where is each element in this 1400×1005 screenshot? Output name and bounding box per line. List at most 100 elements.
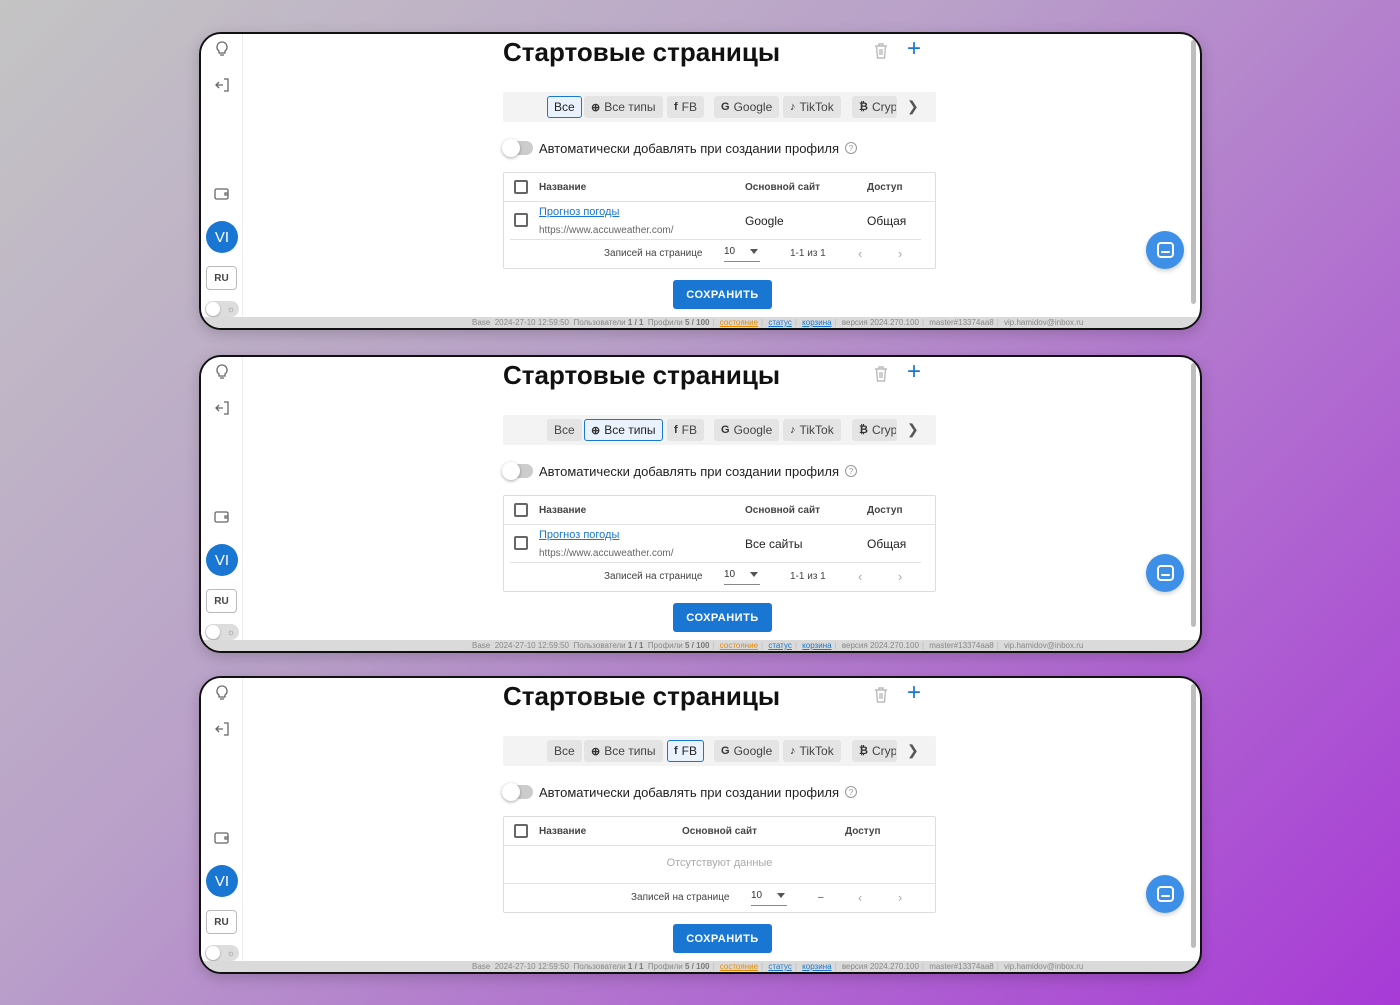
next-page-icon[interactable]: › [898,890,902,905]
language-button[interactable]: RU [206,266,237,290]
column-header-name[interactable]: Название [539,826,586,837]
save-button[interactable]: СОХРАНИТЬ [673,603,772,632]
tab-all-types[interactable]: ⊕ Все типы [584,740,663,762]
status-status-link[interactable]: статус [768,318,792,327]
prev-page-icon[interactable]: ‹ [858,569,862,584]
status-cart-link[interactable]: корзина [802,962,831,971]
scrollbar[interactable] [1191,40,1196,304]
avatar[interactable]: VI [206,221,238,253]
save-button[interactable]: СОХРАНИТЬ [673,924,772,953]
tab-all-types[interactable]: ⊕ Все типы [584,96,663,118]
theme-toggle[interactable]: ☼ [205,945,239,961]
page-name-link[interactable]: Прогноз погоды [539,206,619,218]
chevron-right-icon[interactable]: ❯ [907,742,919,759]
tab-google[interactable]: G Google [714,419,780,441]
language-button[interactable]: RU [206,589,237,613]
help-icon[interactable]: ? [845,465,858,477]
tab-all-types[interactable]: ⊕ Все типы [584,419,663,441]
row-checkbox[interactable] [514,213,528,227]
next-page-icon[interactable]: › [898,246,902,261]
column-header-site[interactable]: Основной сайт [745,505,820,516]
auto-add-switch[interactable] [502,462,533,480]
add-icon[interactable]: + [907,360,921,384]
theme-toggle[interactable]: ☼ [205,301,239,317]
bulb-icon[interactable] [213,684,231,702]
tab-all[interactable]: Все [547,740,582,762]
tab-all[interactable]: Все [547,419,582,441]
status-state-link[interactable]: состояние [720,318,758,327]
wallet-icon[interactable] [213,829,231,847]
scrollbar[interactable] [1191,684,1196,948]
status-state-link[interactable]: состояние [720,962,758,971]
status-cart-link[interactable]: корзина [802,641,831,650]
next-page-icon[interactable]: › [898,569,902,584]
status-state-link[interactable]: состояние [720,641,758,650]
avatar[interactable]: VI [206,865,238,897]
chat-button[interactable] [1146,231,1184,269]
tab-tiktok[interactable]: ♪ TikTok [783,96,841,118]
prev-page-icon[interactable]: ‹ [858,890,862,905]
tab-google[interactable]: G Google [714,96,780,118]
status-users-label: Пользователи [573,641,626,650]
column-header-site[interactable]: Основной сайт [745,182,820,193]
select-all-checkbox[interactable] [514,503,528,517]
bitcoin-icon: ₿ [859,101,868,113]
tab-all[interactable]: Все [547,96,582,118]
tab-crypto[interactable]: ₿ Cryp [852,740,897,762]
wallet-icon[interactable] [213,508,231,526]
status-status-link[interactable]: статус [768,641,792,650]
select-all-checkbox[interactable] [514,824,528,838]
auto-add-switch[interactable] [502,139,533,157]
help-icon[interactable]: ? [845,142,858,154]
avatar[interactable]: VI [206,544,238,576]
tab-fb[interactable]: f FB [667,96,705,118]
tab-fb[interactable]: f FB [667,419,705,441]
status-cart-link[interactable]: корзина [802,318,831,327]
logout-icon[interactable] [213,399,231,417]
tiktok-icon: ♪ [790,424,796,436]
bulb-icon[interactable] [213,363,231,381]
logout-icon[interactable] [213,720,231,738]
tab-tiktok[interactable]: ♪ TikTok [783,419,841,441]
trash-icon[interactable] [873,686,889,704]
add-icon[interactable]: + [907,681,921,705]
page-name-link[interactable]: Прогноз погоды [539,529,619,541]
column-header-site[interactable]: Основной сайт [682,826,757,837]
column-header-access[interactable]: Доступ [867,505,903,516]
select-all-checkbox[interactable] [514,180,528,194]
logout-icon[interactable] [213,76,231,94]
row-checkbox[interactable] [514,536,528,550]
per-page-select[interactable]: 10 [751,890,787,906]
add-icon[interactable]: + [907,37,921,61]
chat-button[interactable] [1146,875,1184,913]
scrollbar[interactable] [1191,363,1196,627]
column-header-access[interactable]: Доступ [845,826,881,837]
auto-add-label: Автоматически добавлять при создании про… [539,463,840,479]
trash-icon[interactable] [873,42,889,60]
chevron-right-icon[interactable]: ❯ [907,421,919,438]
status-users-label: Пользователи [573,962,626,971]
column-header-name[interactable]: Название [539,505,586,516]
chevron-right-icon[interactable]: ❯ [907,98,919,115]
save-button[interactable]: СОХРАНИТЬ [673,280,772,309]
trash-icon[interactable] [873,365,889,383]
help-icon[interactable]: ? [845,786,858,798]
theme-toggle[interactable]: ☼ [205,624,239,640]
tab-crypto[interactable]: ₿ Cryp [852,96,897,118]
tab-fb[interactable]: f FB [667,740,705,762]
auto-add-switch[interactable] [502,783,533,801]
wallet-icon[interactable] [213,185,231,203]
per-page-select[interactable]: 10 [724,569,760,585]
column-header-access[interactable]: Доступ [867,182,903,193]
column-header-name[interactable]: Название [539,182,586,193]
page-url: https://www.accuweather.com/ [539,225,674,236]
per-page-select[interactable]: 10 [724,246,760,262]
chat-button[interactable] [1146,554,1184,592]
bulb-icon[interactable] [213,40,231,58]
tab-tiktok[interactable]: ♪ TikTok [783,740,841,762]
language-button[interactable]: RU [206,910,237,934]
tab-crypto[interactable]: ₿ Cryp [852,419,897,441]
status-status-link[interactable]: статус [768,962,792,971]
prev-page-icon[interactable]: ‹ [858,246,862,261]
tab-google[interactable]: G Google [714,740,780,762]
